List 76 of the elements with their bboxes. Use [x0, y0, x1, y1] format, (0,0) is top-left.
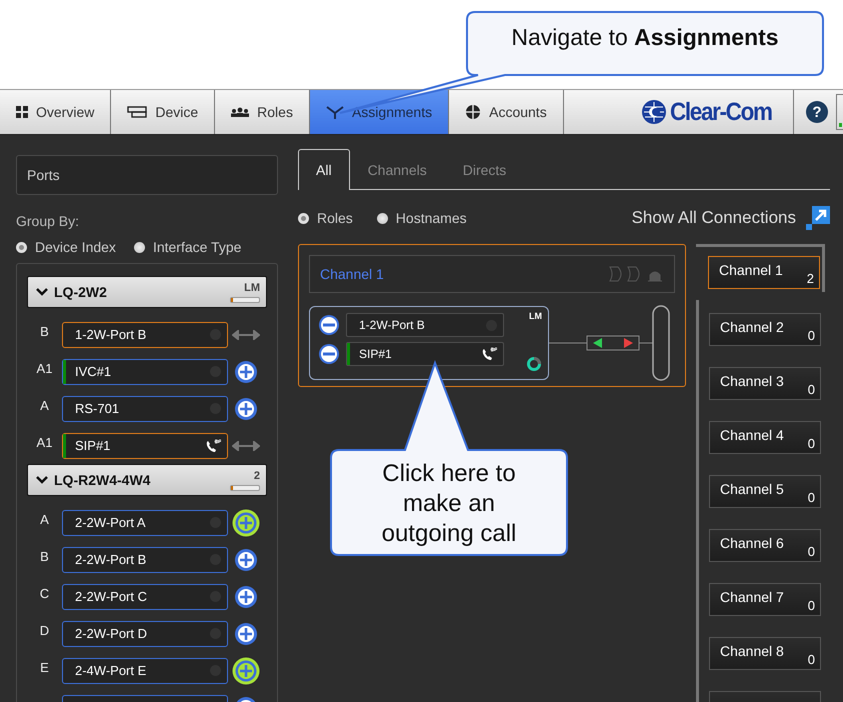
port-index: E — [39, 660, 50, 675]
port-item[interactable]: 2-4W-Port E — [62, 658, 228, 684]
level-meter — [230, 484, 260, 490]
double-arrow-icon — [232, 330, 260, 340]
device-name: LQ-R2W4-4W4 — [54, 472, 152, 488]
ring-icon — [526, 356, 542, 372]
double-arrow-icon — [232, 440, 260, 450]
port-index: D — [38, 623, 50, 638]
channel-item[interactable]: Channel 4 0 — [709, 421, 821, 454]
search-field[interactable]: Ports — [16, 155, 278, 195]
port-index: B — [39, 549, 50, 564]
callout-text: Navigate to Assignments — [510, 24, 780, 51]
device-header[interactable]: LQ-2W2 LM — [27, 276, 267, 308]
nav-tab[interactable]: Overview — [0, 90, 112, 134]
group-by-label: Group By: — [16, 213, 80, 229]
globe-icon — [465, 104, 482, 120]
phone-icon — [205, 438, 221, 452]
nav-tab[interactable]: Device — [111, 90, 216, 134]
device-name: LQ-2W2 — [54, 284, 108, 300]
remove-icon[interactable] — [318, 343, 340, 365]
radio-option[interactable]: Roles — [298, 210, 353, 226]
chevron-icon — [36, 476, 48, 484]
phone-icon — [481, 347, 497, 361]
port-index: B — [39, 324, 50, 339]
status-indicator — [836, 94, 843, 130]
channel-item[interactable]: Channel 3 0 — [709, 367, 821, 400]
level-meter — [230, 296, 260, 302]
port-item[interactable]: 2-2W-Port D — [62, 620, 228, 646]
port-index: A — [39, 398, 50, 413]
chevron-icon — [36, 288, 48, 296]
brand-logo: Clear-Com — [670, 98, 772, 126]
nav-tab[interactable]: Assignments — [310, 90, 450, 134]
fork-icon — [326, 105, 344, 119]
port-index: A1 — [36, 361, 54, 376]
view-tab[interactable]: All — [298, 149, 350, 190]
expand-icon[interactable] — [806, 206, 830, 230]
port-item[interactable]: IVC#1 — [62, 358, 228, 384]
member-group: LM 1-2W-Port B SIP#1 — [309, 306, 549, 380]
view-tab[interactable]: Directs — [444, 149, 524, 190]
radio-option[interactable]: Device Index — [16, 239, 116, 255]
help-button[interactable]: ? — [806, 101, 828, 123]
port-item[interactable]: 2-2W-Port A — [62, 510, 228, 536]
add-icon[interactable] — [232, 508, 260, 536]
radio-option[interactable]: Hostnames — [376, 210, 467, 226]
channel-header[interactable]: Channel 1 — [309, 255, 675, 293]
device-icon — [127, 106, 148, 118]
port-item[interactable]: 2-2W-Port B — [62, 546, 228, 572]
port-item[interactable]: 2-2W-Port C — [62, 584, 228, 610]
channel-item[interactable]: Channel 7 0 — [709, 583, 821, 616]
device-tag-label: 2 — [254, 470, 260, 482]
channel-item[interactable]: Channel 8 0 — [709, 637, 821, 670]
view-tab[interactable]: Channels — [350, 149, 445, 190]
port-item[interactable]: 1-2W-Port B — [62, 322, 228, 348]
show-all-connections-label[interactable]: Show All Connections — [632, 208, 796, 228]
device-tag-label: LM — [244, 282, 260, 294]
remove-icon[interactable] — [318, 314, 340, 336]
channel-item[interactable]: Channel 6 0 — [709, 529, 821, 562]
member-item[interactable]: 1-2W-Port B — [346, 313, 504, 337]
people-icon — [231, 107, 250, 117]
add-icon[interactable] — [232, 656, 260, 684]
port-item[interactable]: RS-701 — [62, 396, 228, 422]
port-index: C — [38, 586, 50, 601]
callout-text: Click here to make an outgoing call — [380, 459, 518, 549]
indicator-icons — [608, 265, 664, 283]
port-index: A — [39, 512, 50, 527]
grid-icon — [16, 106, 28, 118]
radio-option[interactable]: Interface Type — [134, 239, 242, 255]
channel-item[interactable]: Channel 2 0 — [709, 313, 821, 346]
channel-item[interactable]: Channel 1 2 — [708, 256, 820, 289]
channel-item[interactable]: Channel 5 0 — [709, 475, 821, 508]
device-header[interactable]: LQ-R2W4-4W4 2 — [27, 464, 267, 496]
nav-tab[interactable]: Accounts — [449, 90, 564, 134]
port-item[interactable]: SIP#1 — [62, 432, 228, 458]
member-item[interactable]: SIP#1 — [346, 342, 504, 366]
port-index: A1 — [36, 435, 54, 450]
logo-icon — [641, 99, 668, 125]
